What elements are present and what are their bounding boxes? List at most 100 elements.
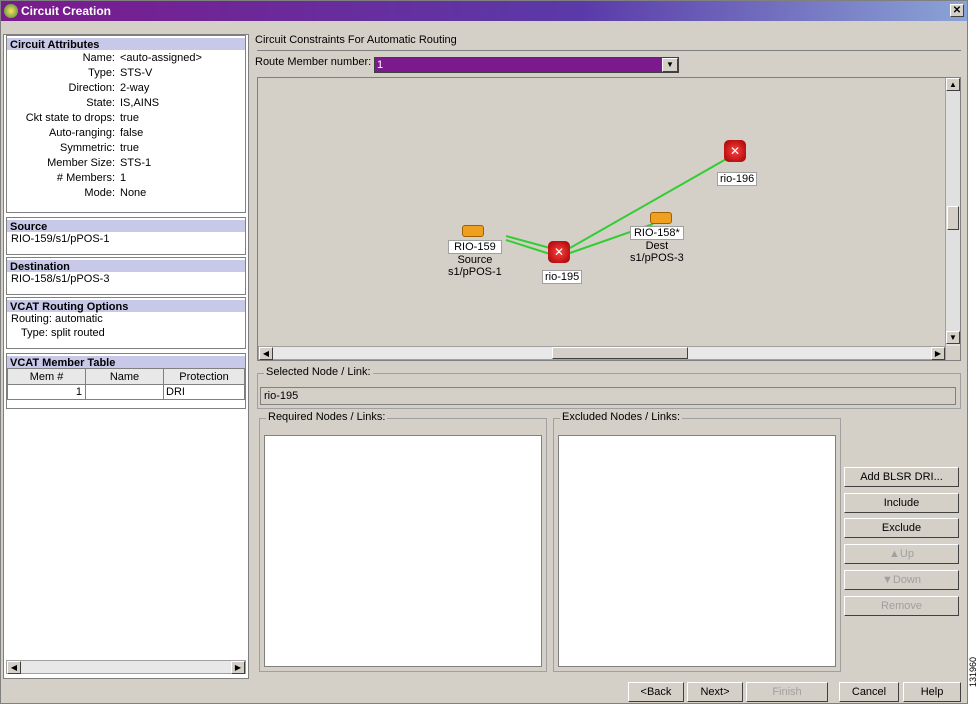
attribute-row: Mode: None bbox=[7, 186, 243, 200]
attribute-row: Symmetric: true bbox=[7, 141, 243, 155]
attribute-label: # Members: bbox=[56, 172, 115, 184]
attribute-label: Auto-ranging: bbox=[48, 127, 115, 139]
down-button[interactable]: ▼Down bbox=[844, 570, 959, 590]
network-map[interactable]: ▲ ▼ ◀ ▶ RIO-159 Source s1/pPOS-1 ✕ rio-1… bbox=[257, 77, 961, 361]
node-name: RIO-158* bbox=[630, 226, 684, 240]
cancel-button[interactable]: Cancel bbox=[839, 682, 899, 702]
add-blsr-dri-button[interactable]: Add BLSR DRI... bbox=[844, 467, 959, 487]
excluded-nodes-list[interactable] bbox=[558, 435, 836, 667]
attribute-row: Type: STS-V bbox=[7, 66, 243, 80]
back-button[interactable]: <Back bbox=[628, 682, 684, 702]
source-section: Source RIO-159/s1/pPOS-1 bbox=[6, 217, 246, 255]
scroll-thumb[interactable] bbox=[552, 347, 688, 359]
attribute-row: Ckt state to drops: true bbox=[7, 111, 243, 125]
attribute-label: Member Size: bbox=[47, 157, 115, 169]
attribute-label: State: bbox=[86, 97, 115, 109]
node-name: rio-196 bbox=[717, 172, 758, 186]
node-port: s1/pPOS-1 bbox=[448, 266, 502, 278]
selected-node-group: Selected Node / Link: rio-195 bbox=[257, 366, 961, 409]
scroll-thumb[interactable] bbox=[947, 206, 959, 230]
node-rio-196[interactable]: rio-196 bbox=[717, 172, 758, 186]
node-name: rio-195 bbox=[542, 270, 583, 284]
node-rio-195[interactable]: rio-195 bbox=[542, 270, 583, 284]
node-rio-158-icon[interactable] bbox=[650, 212, 672, 224]
scroll-left-icon[interactable]: ◀ bbox=[259, 347, 273, 360]
node-rio-159[interactable]: RIO-159 Source s1/pPOS-1 bbox=[448, 240, 502, 278]
map-vertical-scrollbar[interactable]: ▲ ▼ bbox=[945, 78, 960, 346]
section-header: VCAT Member Table bbox=[7, 354, 245, 369]
attribute-label: Mode: bbox=[84, 187, 115, 199]
window-title: Circuit Creation bbox=[21, 4, 112, 18]
table-cell bbox=[85, 384, 164, 400]
required-nodes-group: Required Nodes / Links: bbox=[259, 411, 547, 672]
next-button[interactable]: Next> bbox=[687, 682, 743, 702]
attribute-row: State: IS,AINS bbox=[7, 96, 243, 110]
excluded-nodes-group: Excluded Nodes / Links: bbox=[553, 411, 841, 672]
attribute-row: Direction: 2-way bbox=[7, 81, 243, 95]
type-value: Type: split routed bbox=[21, 327, 105, 339]
left-horizontal-scrollbar[interactable]: ◀ ▶ bbox=[6, 660, 246, 674]
scroll-left-icon[interactable]: ◀ bbox=[7, 661, 21, 674]
vcat-member-table-section: VCAT Member Table Mem # Name Protection … bbox=[6, 353, 246, 409]
attribute-value: 1 bbox=[120, 172, 127, 184]
include-button[interactable]: Include bbox=[844, 493, 959, 513]
route-member-select[interactable]: 1 ▼ bbox=[374, 57, 679, 73]
circuit-attributes-section: Circuit Attributes Name: <auto-assigned> T… bbox=[6, 35, 246, 213]
vcat-member-table: Mem # Name Protection 1 DRI bbox=[7, 368, 245, 400]
attribute-row: # Members: 1 bbox=[7, 171, 243, 185]
node-name: RIO-159 bbox=[448, 240, 502, 254]
column-header[interactable]: Mem # bbox=[7, 368, 86, 385]
attribute-row: Auto-ranging: false bbox=[7, 126, 243, 140]
node-rio-196-icon[interactable]: ✕ bbox=[724, 140, 746, 162]
attribute-value: true bbox=[120, 142, 139, 154]
routing-value: Routing: automatic bbox=[11, 313, 103, 325]
destination-section: Destination RIO-158/s1/pPOS-3 bbox=[6, 257, 246, 295]
vcat-routing-section: VCAT Routing Options Routing: automatic … bbox=[6, 297, 246, 349]
links-layer bbox=[505, 157, 729, 255]
map-horizontal-scrollbar[interactable]: ◀ ▶ bbox=[258, 346, 946, 360]
attribute-label: Symmetric: bbox=[60, 142, 115, 154]
node-role: Dest bbox=[645, 240, 669, 252]
node-role: Source bbox=[457, 254, 493, 266]
exclude-button[interactable]: Exclude bbox=[844, 518, 959, 538]
scroll-up-icon[interactable]: ▲ bbox=[946, 78, 960, 91]
section-header: Circuit Attributes bbox=[7, 36, 245, 51]
title-bar: Circuit Creation ✕ bbox=[1, 1, 967, 21]
app-icon bbox=[4, 4, 18, 18]
attribute-value: STS-1 bbox=[120, 157, 152, 169]
close-icon[interactable]: ✕ bbox=[950, 4, 964, 17]
attribute-label: Direction: bbox=[68, 82, 115, 94]
column-header[interactable]: Name bbox=[85, 368, 164, 385]
up-button[interactable]: ▲Up bbox=[844, 544, 959, 564]
divider bbox=[257, 50, 961, 51]
node-port: s1/pPOS-3 bbox=[630, 252, 684, 264]
group-title: Required Nodes / Links: bbox=[266, 411, 388, 423]
required-nodes-list[interactable] bbox=[264, 435, 542, 667]
attribute-value: 2-way bbox=[120, 82, 150, 94]
route-member-label: Route Member number: bbox=[255, 56, 372, 68]
table-cell: 1 bbox=[7, 384, 86, 400]
group-title: Excluded Nodes / Links: bbox=[560, 411, 683, 423]
node-rio-159-icon[interactable] bbox=[462, 225, 484, 237]
attribute-value: <auto-assigned> bbox=[120, 52, 202, 64]
scroll-right-icon[interactable]: ▶ bbox=[931, 347, 945, 360]
attribute-label: Ckt state to drops: bbox=[25, 112, 115, 124]
attribute-value: None bbox=[120, 187, 147, 199]
route-member-value: 1 bbox=[377, 59, 384, 71]
help-button[interactable]: Help bbox=[903, 682, 961, 702]
table-row[interactable]: 1 DRI bbox=[7, 384, 245, 400]
scroll-down-icon[interactable]: ▼ bbox=[946, 331, 960, 344]
chevron-down-icon[interactable]: ▼ bbox=[662, 58, 678, 72]
attribute-value: IS,AINS bbox=[120, 97, 160, 109]
node-rio-195-icon[interactable]: ✕ bbox=[548, 241, 570, 263]
scroll-right-icon[interactable]: ▶ bbox=[231, 661, 245, 674]
remove-button[interactable]: Remove bbox=[844, 596, 959, 616]
attribute-row: Member Size: STS-1 bbox=[7, 156, 243, 170]
column-header[interactable]: Protection bbox=[163, 368, 245, 385]
selected-node-field[interactable]: rio-195 bbox=[260, 387, 956, 405]
circuit-summary-panel: Circuit Attributes Name: <auto-assigned> T… bbox=[3, 34, 249, 679]
finish-button[interactable]: Finish bbox=[746, 682, 828, 702]
section-header: Source bbox=[7, 218, 245, 233]
attribute-label: Name: bbox=[82, 52, 115, 64]
node-rio-158[interactable]: RIO-158* Dest s1/pPOS-3 bbox=[630, 226, 684, 264]
